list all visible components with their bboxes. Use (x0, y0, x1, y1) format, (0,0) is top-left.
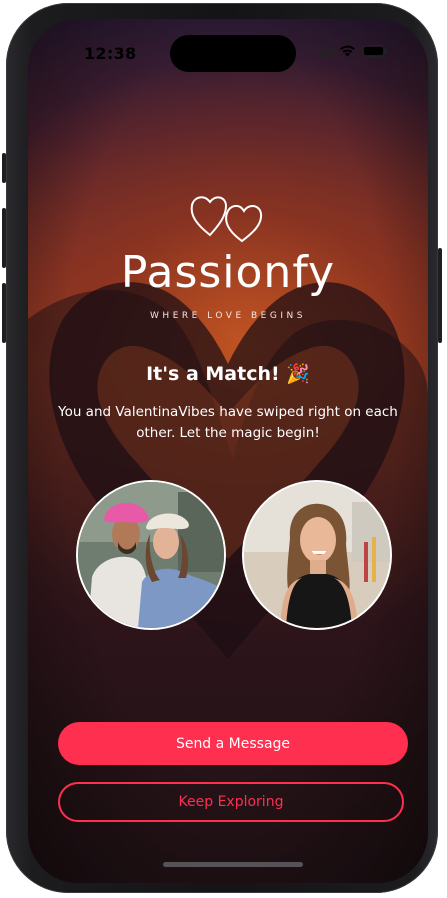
match-title: It's a Match! 🎉 (146, 363, 310, 385)
status-time: 12:38 (84, 44, 137, 63)
current-user-avatar[interactable] (76, 480, 226, 630)
phone-frame: 12:38 Passionfy WHERE LOVE BEGINS It's a… (2, 3, 442, 893)
send-message-button[interactable]: Send a Message (58, 722, 408, 765)
woman-smiling-photo (244, 482, 390, 628)
power-button (438, 248, 442, 343)
volume-down-button (2, 283, 6, 343)
volume-up-button (2, 208, 6, 268)
dynamic-island (170, 35, 296, 72)
keep-exploring-button[interactable]: Keep Exploring (58, 782, 404, 822)
match-screen: 12:38 Passionfy WHERE LOVE BEGINS It's a… (28, 19, 428, 883)
wifi-icon (340, 45, 355, 57)
app-tagline: WHERE LOVE BEGINS (150, 311, 306, 321)
app-name: Passionfy (120, 247, 336, 298)
double-heart-icon (190, 196, 263, 243)
status-icons (315, 45, 388, 57)
couple-photo (78, 482, 224, 628)
matched-user-avatar[interactable] (242, 480, 392, 630)
silent-switch (2, 153, 6, 183)
battery-icon (362, 45, 388, 57)
signal-icon (315, 45, 333, 57)
match-description: You and ValentinaVibes have swiped right… (58, 404, 398, 441)
home-indicator[interactable] (163, 862, 303, 867)
